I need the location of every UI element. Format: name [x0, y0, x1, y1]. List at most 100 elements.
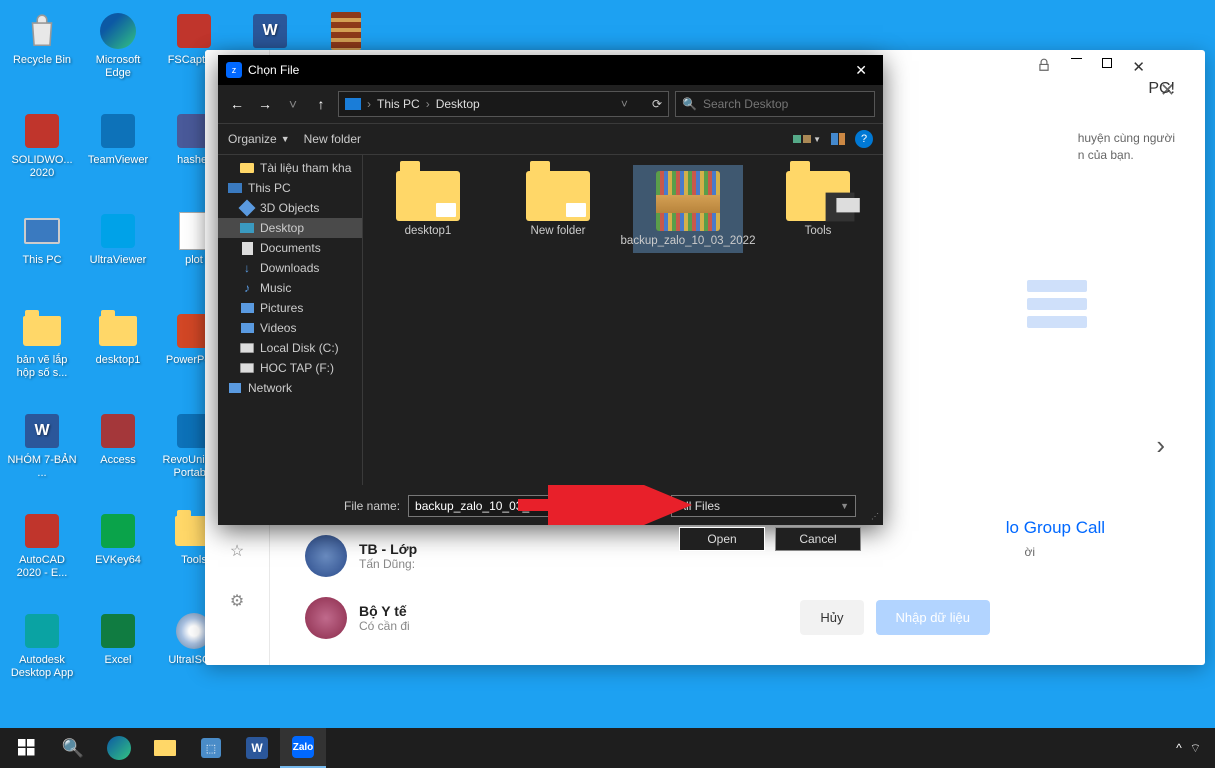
desktop-icon[interactable]: WNHÓM 7-BẢN ...: [6, 410, 78, 480]
icon-graphic: [97, 410, 139, 452]
pc-icon: [345, 98, 361, 110]
open-button[interactable]: Open: [679, 527, 765, 551]
desktop-icon: [240, 221, 254, 235]
chevron-down-icon[interactable]: ˅: [282, 93, 304, 115]
breadcrumb[interactable]: Desktop: [436, 97, 480, 111]
icon-label: UltraViewer: [90, 254, 147, 267]
file-label: backup_zalo_10_03_2022: [621, 235, 756, 247]
refresh-icon[interactable]: ⟳: [652, 97, 662, 111]
desktop-icon[interactable]: Microsoft Edge: [82, 10, 154, 80]
organize-menu[interactable]: Organize ▼: [228, 132, 290, 146]
carousel-next[interactable]: ›: [1156, 430, 1165, 461]
new-folder-button[interactable]: New folder: [304, 132, 361, 146]
icon-graphic: [21, 610, 63, 652]
tree-item-hoc-tap-f-[interactable]: HOC TAP (F:): [218, 358, 362, 378]
icon-label: Excel: [105, 654, 132, 667]
gear-icon[interactable]: ⚙: [225, 589, 249, 613]
desktop-icon[interactable]: EVKey64: [82, 510, 154, 567]
filename-input[interactable]: backup_zalo_10_03_2022▼: [408, 495, 663, 517]
tree-item-t-i-li-u-tham-kha[interactable]: Tài liệu tham kha: [218, 158, 362, 178]
icon-graphic: [325, 10, 367, 52]
tree-item-music[interactable]: ♪Music: [218, 278, 362, 298]
preview-pane-icon[interactable]: [831, 133, 845, 145]
tray-up-icon[interactable]: ^: [1176, 741, 1182, 755]
desktop-icon[interactable]: Access: [82, 410, 154, 467]
icon-label: plot: [185, 254, 203, 267]
nav-back[interactable]: ←: [226, 93, 248, 115]
taskbar-zalo[interactable]: Zalo: [280, 728, 326, 768]
tree-label: Local Disk (C:): [260, 341, 339, 355]
cancel-button[interactable]: Cancel: [775, 527, 861, 551]
tray-network-icon[interactable]: ⌔: [1190, 741, 1201, 756]
search-input[interactable]: [703, 97, 868, 111]
file-type-filter[interactable]: All Files▼: [671, 495, 856, 517]
address-bar[interactable]: › This PC › Desktop ˅ ⟳: [338, 91, 669, 117]
file-thumbnail: [786, 171, 850, 221]
avatar: [305, 597, 347, 639]
tree-item-pictures[interactable]: Pictures: [218, 298, 362, 318]
chevron-down-icon[interactable]: ˅: [621, 97, 628, 111]
tree-item-local-disk-c-[interactable]: Local Disk (C:): [218, 338, 362, 358]
navigation-tree: Tài liệu tham khaThis PC3D Objects Deskto…: [218, 155, 363, 485]
desktop-icon[interactable]: TeamViewer: [82, 110, 154, 167]
desktop-icon[interactable]: This PC: [6, 210, 78, 267]
file-thumbnail: [396, 171, 460, 221]
tree-item-videos[interactable]: Videos: [218, 318, 362, 338]
welcome-sub: huyện cùng ngườin của bạn.: [1078, 130, 1175, 164]
desktop-icon[interactable]: bản vẽ lắp hộp số s...: [6, 310, 78, 380]
taskbar-file-explorer[interactable]: [142, 728, 188, 768]
help-icon[interactable]: ?: [855, 130, 873, 148]
search-icon[interactable]: 🔍: [50, 728, 96, 768]
taskbar-word[interactable]: W: [234, 728, 280, 768]
tree-label: Pictures: [260, 301, 303, 315]
view-options-icon[interactable]: ▼: [793, 135, 821, 144]
search-box[interactable]: 🔍: [675, 91, 875, 117]
tree-label: Desktop: [260, 221, 304, 235]
cancel-button[interactable]: Hủy: [800, 600, 863, 635]
icon-graphic: [97, 510, 139, 552]
tree-item-desktop[interactable]: Desktop: [218, 218, 362, 238]
file-item[interactable]: backup_zalo_10_03_2022: [633, 165, 743, 253]
desktop-icon[interactable]: [310, 10, 382, 54]
conversation-item[interactable]: Bộ Y tế Có cần đi: [285, 587, 437, 649]
file-item[interactable]: desktop1: [373, 165, 483, 243]
desktop-icon[interactable]: SOLIDWO... 2020: [6, 110, 78, 180]
file-item[interactable]: New folder: [503, 165, 613, 243]
drive-icon: [240, 361, 254, 375]
icon-graphic: W: [21, 410, 63, 452]
start-button[interactable]: [4, 728, 50, 768]
close-icon[interactable]: ✕: [847, 58, 875, 83]
icon-label: desktop1: [96, 354, 141, 367]
music-icon: ♪: [240, 281, 254, 295]
tree-label: Network: [248, 381, 292, 395]
tree-item-3d-objects[interactable]: 3D Objects: [218, 198, 362, 218]
icon-label: Access: [100, 454, 135, 467]
icon-label: bản vẽ lắp hộp số s...: [6, 354, 78, 380]
icon-graphic: [97, 210, 139, 252]
resize-grip[interactable]: ⋰: [871, 512, 879, 521]
desktop-icon[interactable]: AutoCAD 2020 - E...: [6, 510, 78, 580]
feature-title: lo Group Call: [1006, 518, 1105, 538]
desktop-icon[interactable]: UltraViewer: [82, 210, 154, 267]
icon-graphic: [97, 310, 139, 352]
taskbar-store[interactable]: ⬚: [188, 728, 234, 768]
tree-item-documents[interactable]: Documents: [218, 238, 362, 258]
desktop-icon[interactable]: W: [234, 10, 306, 54]
nav-up[interactable]: ↑: [310, 93, 332, 115]
desktop-icon[interactable]: Autodesk Desktop App: [6, 610, 78, 680]
file-thumbnail: [526, 171, 590, 221]
tree-item-this-pc[interactable]: This PC: [218, 178, 362, 198]
tree-item-network[interactable]: Network: [218, 378, 362, 398]
desktop-icon[interactable]: desktop1: [82, 310, 154, 367]
desktop-icon[interactable]: Recycle Bin: [6, 10, 78, 67]
file-item[interactable]: Tools: [763, 165, 873, 243]
breadcrumb[interactable]: This PC: [377, 97, 420, 111]
nav-forward[interactable]: →: [254, 93, 276, 115]
conversation-preview: Có cần đi: [359, 619, 410, 633]
import-data-button[interactable]: Nhập dữ liệu: [876, 600, 990, 635]
welcome-heading: PC!: [1148, 80, 1175, 98]
dialog-titlebar: z Chọn File ✕: [218, 55, 883, 85]
desktop-icon[interactable]: Excel: [82, 610, 154, 667]
taskbar-edge[interactable]: [96, 728, 142, 768]
tree-item-downloads[interactable]: ↓Downloads: [218, 258, 362, 278]
